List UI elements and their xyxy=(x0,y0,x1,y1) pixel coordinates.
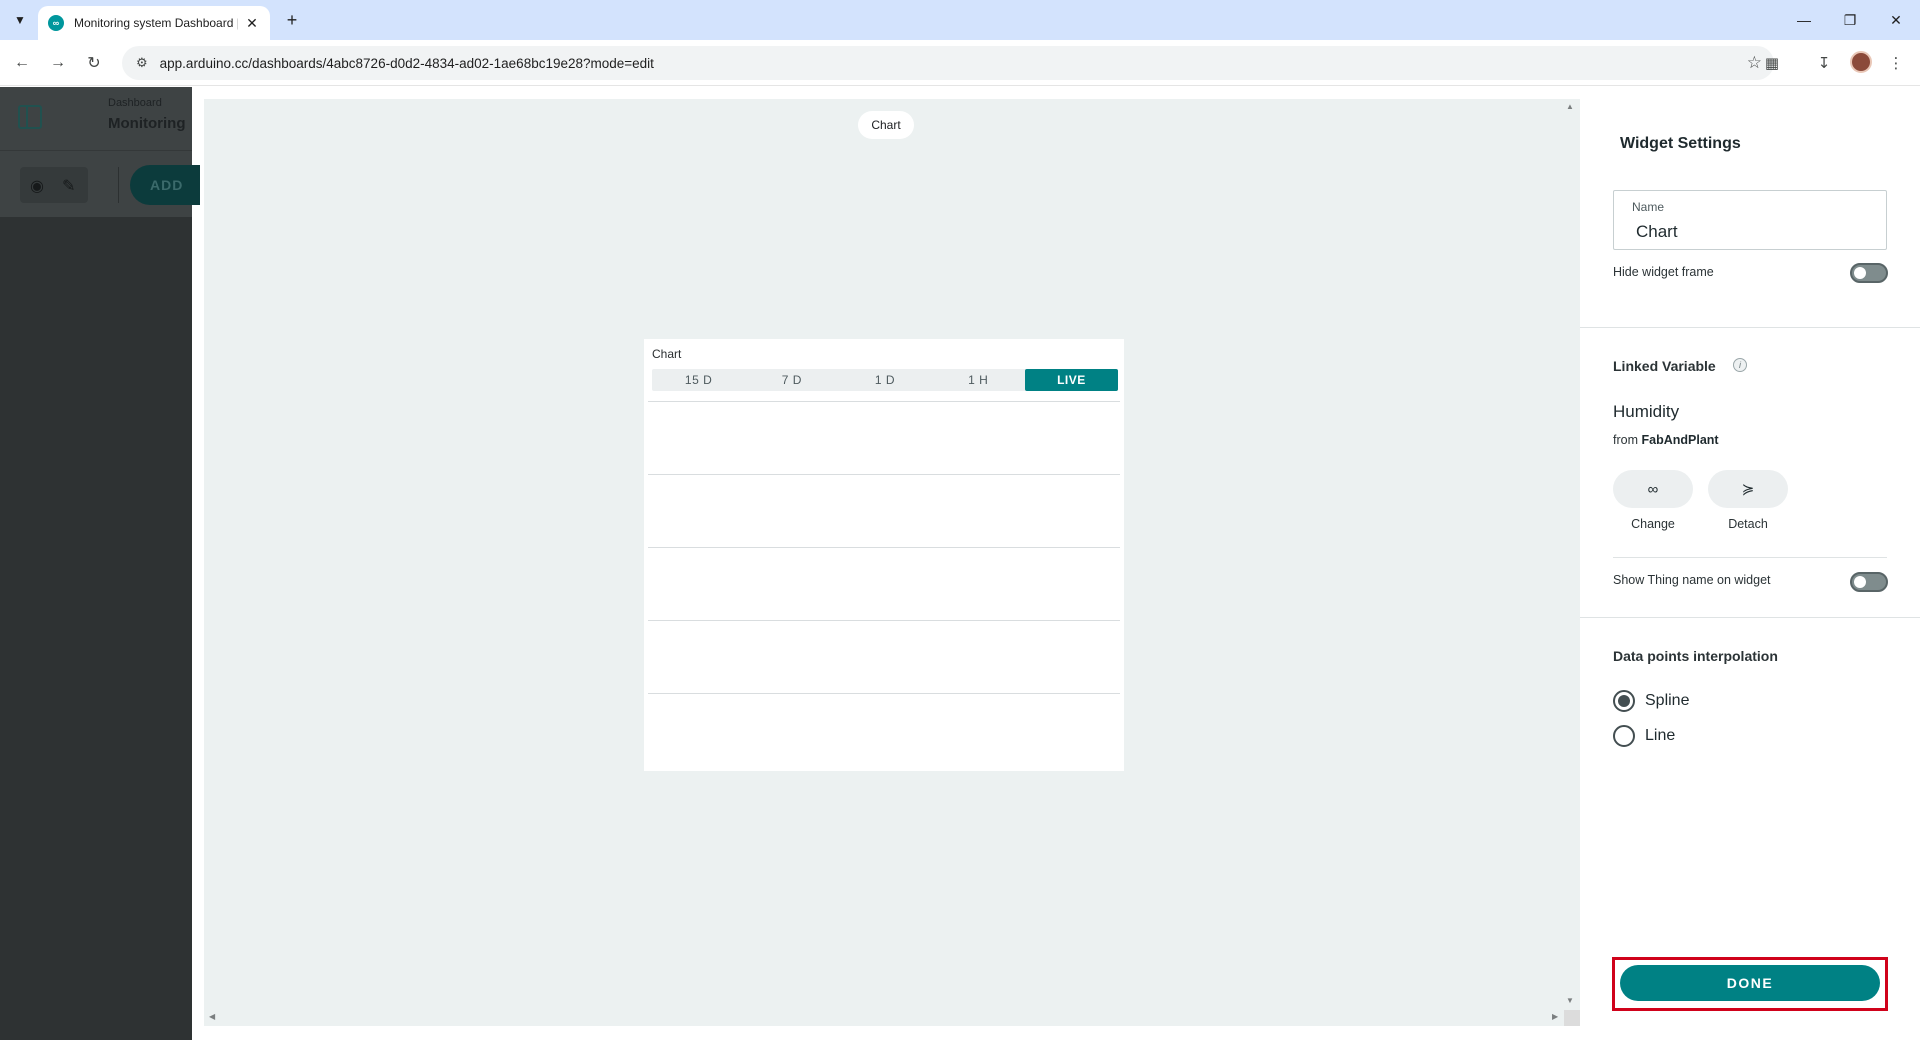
settings-title: Widget Settings xyxy=(1620,135,1741,152)
range-live-button[interactable]: LIVE xyxy=(1024,369,1119,391)
tab-close-icon[interactable]: ✕ xyxy=(244,15,260,31)
profile-avatar[interactable] xyxy=(1850,51,1872,73)
section-divider xyxy=(1613,557,1887,558)
hide-frame-toggle[interactable] xyxy=(1850,263,1888,283)
widget-name-field[interactable]: Name Chart xyxy=(1613,190,1887,250)
chart-gridline xyxy=(648,401,1120,402)
hide-frame-label: Hide widget frame xyxy=(1613,265,1714,279)
back-arrow-icon[interactable]: ← xyxy=(10,51,34,75)
interpolation-title: Data points interpolation xyxy=(1613,648,1778,664)
thing-name: FabAndPlant xyxy=(1641,433,1719,447)
range-15d-button[interactable]: 15 D xyxy=(652,369,745,391)
linked-variable-title: Linked Variable xyxy=(1613,358,1716,374)
dashboard-header: Dashboard Monitoring ◉ ✎ ADD xyxy=(0,87,200,217)
url-text: app.arduino.cc/dashboards/4abc8726-d0d2-… xyxy=(159,55,654,71)
range-7d-button[interactable]: 7 D xyxy=(745,369,838,391)
breadcrumb[interactable]: Dashboard xyxy=(108,97,162,109)
variable-name: Humidity xyxy=(1613,402,1680,421)
restore-icon[interactable]: ❐ xyxy=(1832,6,1868,34)
browser-tab-bar: ▼ ∞ Monitoring system Dashboard | ✕ + — … xyxy=(0,0,1920,40)
chart-widget[interactable]: Chart 15 D 7 D 1 D 1 H LIVE xyxy=(644,339,1124,771)
eye-icon[interactable]: ◉ xyxy=(30,176,44,196)
scroll-right-arrow-icon[interactable]: ▶ xyxy=(1552,1012,1558,1021)
scroll-down-arrow-icon[interactable]: ▼ xyxy=(1566,996,1574,1005)
variable-source: from FabAndPlant xyxy=(1613,433,1719,447)
range-1h-button[interactable]: 1 H xyxy=(932,369,1025,391)
new-tab-plus-icon[interactable]: + xyxy=(280,8,304,32)
done-button[interactable]: DONE xyxy=(1620,965,1880,1001)
section-divider xyxy=(1580,617,1920,618)
menu-kebab-icon[interactable]: ⋮ xyxy=(1884,51,1908,75)
arduino-favicon-icon: ∞ xyxy=(48,15,64,31)
spline-radio[interactable] xyxy=(1613,690,1635,712)
widget-settings-panel: Widget Settings Name Chart Hide widget f… xyxy=(1580,87,1920,1040)
show-thing-toggle[interactable] xyxy=(1850,572,1888,592)
header-divider xyxy=(0,150,192,151)
edit-pencil-icon[interactable]: ✎ xyxy=(62,176,75,196)
chart-gridline xyxy=(648,547,1120,548)
info-icon[interactable]: i xyxy=(1733,358,1747,372)
dashboard-side-panel: Dashboard Monitoring ◉ ✎ ADD xyxy=(0,87,200,1040)
close-window-icon[interactable]: ✕ xyxy=(1878,6,1914,34)
page-title: Monitoring xyxy=(108,115,186,132)
extensions-puzzle-icon[interactable]: ▦ xyxy=(1760,51,1784,75)
unlink-icon: ≽ xyxy=(1741,481,1755,498)
dashboard-canvas: Chart Chart 15 D 7 D 1 D 1 H LIVE xyxy=(204,99,1580,1026)
change-variable-button[interactable]: ∞ xyxy=(1613,470,1693,508)
show-thing-label: Show Thing name on widget xyxy=(1613,573,1771,587)
range-1d-button[interactable]: 1 D xyxy=(838,369,931,391)
address-bar[interactable]: ⚙ app.arduino.cc/dashboards/4abc8726-d0d… xyxy=(122,46,1774,80)
tab-title: Monitoring system Dashboard | xyxy=(74,16,238,30)
tab-search-chevron-icon[interactable]: ▼ xyxy=(8,8,32,32)
add-widget-button[interactable]: ADD xyxy=(130,165,200,205)
link-icon: ∞ xyxy=(1647,480,1659,498)
scroll-up-arrow-icon[interactable]: ▲ xyxy=(1566,102,1574,111)
browser-tab[interactable]: ∞ Monitoring system Dashboard | ✕ xyxy=(38,6,270,40)
minimize-icon[interactable]: — xyxy=(1786,6,1822,34)
widget-type-chip: Chart xyxy=(858,111,914,139)
download-icon[interactable]: ↧ xyxy=(1812,51,1836,75)
change-label: Change xyxy=(1631,517,1675,531)
sidebar-toggle-icon[interactable] xyxy=(18,105,42,129)
spline-option[interactable]: Spline xyxy=(1613,689,1689,713)
name-field-label: Name xyxy=(1632,200,1665,214)
section-divider xyxy=(1580,327,1920,328)
chart-gridline xyxy=(648,620,1120,621)
line-label: Line xyxy=(1645,727,1676,744)
scrollbar-corner xyxy=(1564,1010,1580,1026)
forward-arrow-icon[interactable]: → xyxy=(46,51,70,75)
toolbar-separator xyxy=(118,167,119,203)
site-info-icon[interactable]: ⚙ xyxy=(136,55,148,71)
mode-switch: ◉ ✎ xyxy=(20,167,88,203)
widget-title: Chart xyxy=(652,347,682,361)
chart-gridline xyxy=(648,693,1120,694)
line-option[interactable]: Line xyxy=(1613,724,1675,748)
detach-variable-button[interactable]: ≽ xyxy=(1708,470,1788,508)
browser-toolbar: ← → ↻ ⚙ app.arduino.cc/dashboards/4abc87… xyxy=(0,40,1920,86)
spline-label: Spline xyxy=(1645,692,1690,709)
line-radio[interactable] xyxy=(1613,725,1635,747)
detach-label: Detach xyxy=(1728,517,1768,531)
reload-icon[interactable]: ↻ xyxy=(82,51,106,75)
name-field-value[interactable]: Chart xyxy=(1636,222,1678,242)
from-prefix: from xyxy=(1613,433,1638,447)
chart-gridline xyxy=(648,474,1120,475)
scroll-left-arrow-icon[interactable]: ◀ xyxy=(209,1012,215,1021)
time-range-selector: 15 D 7 D 1 D 1 H LIVE xyxy=(652,369,1119,391)
